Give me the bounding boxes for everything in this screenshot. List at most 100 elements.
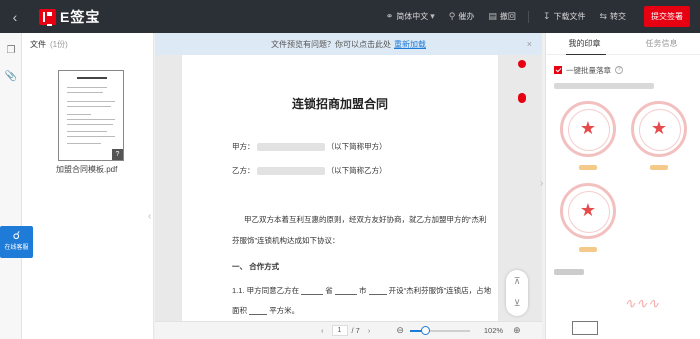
reload-link[interactable]: 重新加载 <box>394 39 426 50</box>
logo: E签宝 <box>39 7 100 27</box>
prev-page-icon[interactable]: ‹ <box>321 326 324 335</box>
personal-seal-label-redacted <box>554 269 584 275</box>
download-button[interactable]: ↧ 下载文件 <box>543 11 586 22</box>
file-panel: 文件 (1份) ? 加盟合同模板.pdf ‹ <box>22 33 154 339</box>
thumb-line <box>67 143 101 144</box>
paragraph-1-cont: 芬服饰”连锁机构达成如下协议： <box>232 236 340 245</box>
help-icon[interactable]: ? <box>615 66 623 74</box>
thumb-line <box>67 136 115 137</box>
language-label: 简体中文 <box>396 12 429 21</box>
thumb-line <box>67 131 107 132</box>
seal-tag <box>650 165 668 170</box>
withdraw-button[interactable]: ▤ 撤回 <box>488 11 516 22</box>
party-a-redacted <box>256 143 325 152</box>
page-scroll-tools: ⊼ ⊻ <box>506 270 528 316</box>
thumb-line <box>67 114 91 115</box>
attachment-icon[interactable]: 📎 <box>0 65 22 87</box>
seal-tag <box>579 165 597 170</box>
seal-item[interactable]: ★ <box>560 101 616 157</box>
signature-marker-icon[interactable] <box>518 60 526 68</box>
clause-1-1-blank <box>368 287 387 296</box>
batch-seal-checkbox[interactable] <box>554 66 562 74</box>
left-rail: ❐ 📎 <box>0 33 22 339</box>
zoom-in-icon[interactable]: ⊕ <box>513 325 521 336</box>
zoom-out-icon[interactable]: ⊖ <box>396 325 404 336</box>
scroll-bottom-icon[interactable]: ⊻ <box>506 292 528 314</box>
seal-tag <box>579 247 597 252</box>
online-service-button[interactable]: ☌ 在线客服 <box>0 226 33 258</box>
clause-1-1-d: 开设“杰利芬服饰”连锁店，占地 <box>388 286 492 295</box>
language-selector[interactable]: ⚭ 简体中文 ▾ <box>386 11 435 22</box>
zoom-slider-knob[interactable] <box>420 325 430 335</box>
withdraw-label: 撤回 <box>499 12 516 21</box>
logo-mark <box>39 8 56 26</box>
personal-stamp-item[interactable] <box>572 321 598 335</box>
page-input[interactable]: 1 <box>331 325 348 336</box>
company-name-redacted <box>554 83 654 89</box>
thumb-title-line <box>77 77 107 79</box>
party-a-suffix: （以下简称甲方） <box>326 142 387 151</box>
party-a-label: 甲方： <box>232 142 255 151</box>
chevron-left-icon[interactable]: ‹ <box>0 0 30 33</box>
page-total: / 7 <box>351 326 360 335</box>
seal-star-icon: ★ <box>650 118 668 138</box>
clause-1-1-c: 市 <box>358 286 367 295</box>
document-viewer: 连锁招商加盟合同 甲方： （以下简称甲方） 乙方： （以下简称乙方） 甲乙双方本… <box>155 33 542 321</box>
seal-panel: 我的印章 任务信息 一键批量落章 ? ★ ★ ★ ∿∿∿ <box>545 33 700 339</box>
thumb-page-badge: ? <box>112 149 123 160</box>
copy-icon[interactable]: ❐ <box>0 39 22 61</box>
batch-seal-option[interactable]: 一键批量落章 ? <box>546 61 700 79</box>
thumb-line <box>67 124 113 125</box>
seal-panel-tabs: 我的印章 任务信息 <box>546 33 700 55</box>
remind-button[interactable]: ⚲ 催办 <box>449 11 475 22</box>
chevron-down-icon: ▾ <box>430 11 435 21</box>
transfer-button[interactable]: ⇆ 转交 <box>599 11 626 22</box>
thumb-line <box>67 119 115 120</box>
clause-1-1: 1.1. 甲方同意乙方在 省 市 开设“杰利芬服饰”连锁店，占地 <box>232 285 491 296</box>
scroll-top-icon[interactable]: ⊼ <box>506 270 528 292</box>
seal-star-icon: ★ <box>579 118 597 138</box>
globe-icon: ⚭ <box>385 11 394 21</box>
file-thumbnail[interactable]: ? <box>58 70 124 161</box>
reload-notice: 文件预览有问题？你可以点击此处 重新加载 × <box>155 33 542 55</box>
file-panel-title: 文件 <box>30 39 46 49</box>
zoom-slider[interactable] <box>409 325 470 335</box>
paragraph-1: 甲乙双方本着互利互惠的原则，经双方友好协商，就乙方加盟甲方的“杰利 <box>244 215 487 224</box>
file-panel-header: 文件 (1份) <box>22 33 153 55</box>
clause-1-1-b: 省 <box>325 286 333 295</box>
batch-seal-label: 一键批量落章 <box>566 65 611 75</box>
collapse-right-icon[interactable]: › <box>540 178 543 189</box>
withdraw-icon: ▤ <box>488 11 497 21</box>
seal-item[interactable]: ★ <box>631 101 687 157</box>
submit-sign-button[interactable]: 提交签署 <box>644 6 690 27</box>
clause-1-1-blank <box>249 307 268 316</box>
collapse-left-icon[interactable]: ‹ <box>148 211 151 222</box>
document-title: 连锁招商加盟合同 <box>291 97 388 111</box>
seal-item[interactable]: ★ <box>560 183 616 239</box>
clause-1-1-blank <box>301 287 324 296</box>
section-1-heading: 一、 合作方式 <box>232 262 280 271</box>
clause-1-1-blank <box>334 287 357 296</box>
close-icon[interactable]: × <box>527 39 532 49</box>
download-icon: ↧ <box>542 11 551 21</box>
tab-task-info[interactable]: 任务信息 <box>623 33 700 54</box>
seal-star-icon: ★ <box>579 200 597 220</box>
party-b-label: 乙方： <box>232 166 255 175</box>
clause-1-1-cont: 面积 平方米。 <box>232 305 299 316</box>
tab-my-seals[interactable]: 我的印章 <box>546 33 623 54</box>
thumb-line <box>67 101 115 102</box>
thumb-line <box>67 106 111 107</box>
file-name[interactable]: 加盟合同模板.pdf <box>56 164 117 175</box>
party-b-suffix: （以下简称乙方） <box>326 166 387 175</box>
next-page-icon[interactable]: › <box>368 326 371 335</box>
handwritten-signature-item[interactable]: ∿∿∿ <box>624 296 659 312</box>
bell-icon: ⚲ <box>448 11 456 21</box>
clause-1-1-e: 面积 <box>232 306 247 315</box>
transfer-icon: ⇆ <box>599 11 607 21</box>
party-a-line: 甲方： （以下简称甲方） <box>232 141 387 152</box>
file-count: (1份) <box>50 39 68 49</box>
signature-marker-icon[interactable] <box>518 93 526 101</box>
party-b-line: 乙方： （以下简称乙方） <box>232 165 387 176</box>
top-bar: ‹ E签宝 ⚭ 简体中文 ▾ ⚲ 催办 ▤ 撤回 ↧ 下载文件 ⇆ 转交 提交签… <box>0 0 700 33</box>
active-tab-indicator <box>566 54 606 55</box>
